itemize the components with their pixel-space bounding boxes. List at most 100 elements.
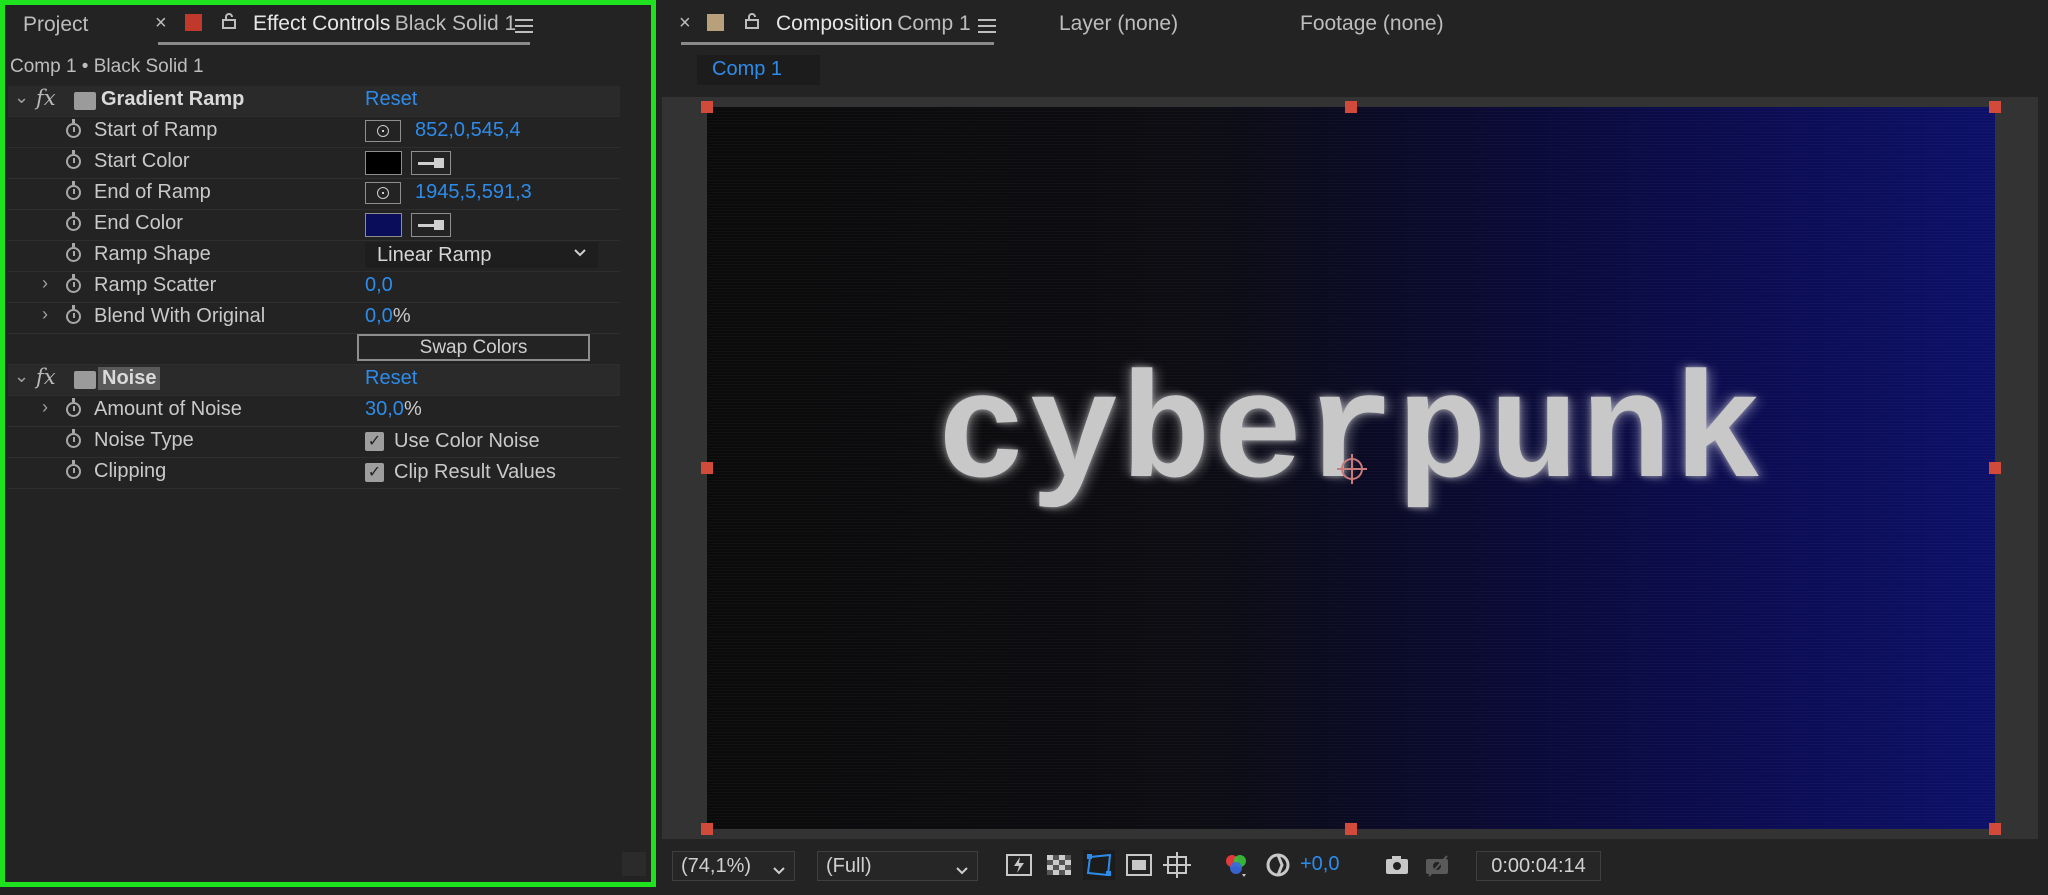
mask-path-icon[interactable] <box>1083 850 1115 880</box>
stopwatch-icon[interactable] <box>66 460 81 479</box>
prop-end-of-ramp: End of Ramp 1945,5,591,3 <box>8 179 620 210</box>
fx-icon[interactable]: fx <box>36 365 56 389</box>
prop-swap-colors: Swap Colors <box>8 334 620 365</box>
close-tab-icon[interactable]: × <box>155 12 167 35</box>
color-management-icon[interactable] <box>1264 852 1292 878</box>
blend-value[interactable]: 0,0 <box>365 305 393 327</box>
blend-value-group: 0,0% <box>365 305 411 328</box>
stopwatch-icon[interactable] <box>66 150 81 169</box>
layer-handle[interactable] <box>1345 823 1357 835</box>
grid-guides-icon[interactable] <box>1163 852 1191 878</box>
chevron-down-icon[interactable]: ⌄ <box>14 87 29 108</box>
chevron-down-icon <box>573 245 587 264</box>
prop-amount-of-noise: › Amount of Noise 30,0% <box>8 396 620 427</box>
comp-text-layer: cyberpunk <box>936 352 1766 522</box>
resolution-dropdown[interactable]: (Full) <box>817 851 978 881</box>
effect-row-gradient-ramp[interactable]: ⌄ fx Gradient Ramp Reset <box>8 86 620 117</box>
zoom-dropdown[interactable]: (74,1%) <box>672 851 795 881</box>
clip-result-checkbox[interactable]: ✓ <box>365 463 384 482</box>
point-value[interactable]: 852,0,545,4 <box>415 119 521 142</box>
color-swatch[interactable] <box>365 151 402 175</box>
tab-layer[interactable]: Layer (none) <box>1059 12 1178 36</box>
effect-badge-icon <box>74 371 96 389</box>
swap-colors-button[interactable]: Swap Colors <box>357 334 590 361</box>
layer-handle[interactable] <box>1345 101 1357 113</box>
layer-handle[interactable] <box>701 823 713 835</box>
chevron-down-icon[interactable]: ⌄ <box>14 366 29 387</box>
camera-icon[interactable] <box>1383 852 1411 878</box>
resize-grip[interactable] <box>622 852 646 876</box>
prop-clipping: Clipping ✓ Clip Result Values <box>8 458 620 489</box>
prop-ramp-shape: Ramp Shape Linear Ramp <box>8 241 620 272</box>
scatter-value[interactable]: 0,0 <box>365 274 393 297</box>
stopwatch-icon[interactable] <box>66 243 81 262</box>
point-value[interactable]: 1945,5,591,3 <box>415 181 532 204</box>
comp-navigator-chip[interactable]: Comp 1 <box>697 55 820 85</box>
eyedropper-icon[interactable] <box>411 213 451 237</box>
stopwatch-icon[interactable] <box>66 119 81 138</box>
layer-handle[interactable] <box>701 101 713 113</box>
prop-label: End of Ramp <box>94 181 211 203</box>
chevron-down-icon <box>955 860 969 883</box>
checkbox-label: Use Color Noise <box>394 430 540 452</box>
amount-value[interactable]: 30,0 <box>365 398 404 420</box>
stopwatch-icon[interactable] <box>66 305 81 324</box>
tab-footage[interactable]: Footage (none) <box>1300 12 1444 36</box>
blend-unit: % <box>392 305 411 327</box>
timecode-field[interactable]: 0:00:04:14 <box>1476 851 1601 881</box>
prop-label: Noise Type <box>94 429 194 451</box>
tab-label: Composition <box>776 12 893 35</box>
layer-handle[interactable] <box>1989 823 2001 835</box>
chevron-right-icon[interactable]: › <box>42 273 48 294</box>
label-color-swatch[interactable] <box>185 14 202 31</box>
tab-project[interactable]: Project <box>23 13 88 37</box>
lock-icon[interactable] <box>744 13 760 29</box>
active-tab-underline <box>158 42 530 45</box>
lock-icon[interactable] <box>221 13 237 29</box>
region-of-interest-icon[interactable] <box>1125 852 1153 878</box>
layer-handle[interactable] <box>1989 462 2001 474</box>
tab-composition[interactable]: Composition Comp 1 <box>776 12 971 36</box>
channel-rgb-icon[interactable] <box>1222 852 1250 878</box>
dropdown-value: Linear Ramp <box>377 244 492 266</box>
prop-start-of-ramp: Start of Ramp 852,0,545,4 <box>8 117 620 148</box>
chevron-right-icon[interactable]: › <box>42 397 48 418</box>
fx-icon[interactable]: fx <box>36 86 56 110</box>
layer-handle[interactable] <box>701 462 713 474</box>
prop-label: Amount of Noise <box>94 398 242 420</box>
show-snapshot-icon[interactable] <box>1423 852 1451 878</box>
effect-row-noise[interactable]: ⌄ fx Noise Reset <box>8 365 620 396</box>
use-color-noise-checkbox[interactable]: ✓ <box>365 432 384 451</box>
panel-menu-icon[interactable] <box>515 19 533 33</box>
stopwatch-icon[interactable] <box>66 212 81 231</box>
label-color-swatch[interactable] <box>707 14 724 31</box>
anchor-point-icon[interactable] <box>1337 454 1367 484</box>
eyedropper-icon[interactable] <box>411 151 451 175</box>
effect-name: Gradient Ramp <box>101 88 245 110</box>
stopwatch-icon[interactable] <box>66 398 81 417</box>
point-target-icon[interactable] <box>365 120 401 142</box>
prop-ramp-scatter: › Ramp Scatter 0,0 <box>8 272 620 303</box>
chevron-down-icon <box>772 860 786 883</box>
stopwatch-icon[interactable] <box>66 429 81 448</box>
breadcrumb: Comp 1 • Black Solid 1 <box>10 56 204 77</box>
tab-comp-name: Comp 1 <box>897 12 971 35</box>
ramp-shape-dropdown[interactable]: Linear Ramp <box>365 242 598 268</box>
transparency-grid-icon[interactable] <box>1045 852 1073 878</box>
chevron-right-icon[interactable]: › <box>42 304 48 325</box>
resolution-value: (Full) <box>826 855 872 877</box>
stopwatch-icon[interactable] <box>66 181 81 200</box>
color-swatch[interactable] <box>365 213 402 237</box>
prop-noise-type: Noise Type ✓ Use Color Noise <box>8 427 620 458</box>
reset-link[interactable]: Reset <box>365 88 417 111</box>
layer-handle[interactable] <box>1989 101 2001 113</box>
tab-effect-controls[interactable]: Effect Controls Black Solid 1 <box>253 12 516 36</box>
exposure-value[interactable]: +0,0 <box>1300 853 1339 876</box>
point-target-icon[interactable] <box>365 182 401 204</box>
fast-previews-icon[interactable] <box>1005 852 1033 878</box>
prop-label: End Color <box>94 212 183 234</box>
reset-link[interactable]: Reset <box>365 367 417 390</box>
close-tab-icon[interactable]: × <box>679 12 691 35</box>
panel-menu-icon[interactable] <box>978 19 996 33</box>
stopwatch-icon[interactable] <box>66 274 81 293</box>
